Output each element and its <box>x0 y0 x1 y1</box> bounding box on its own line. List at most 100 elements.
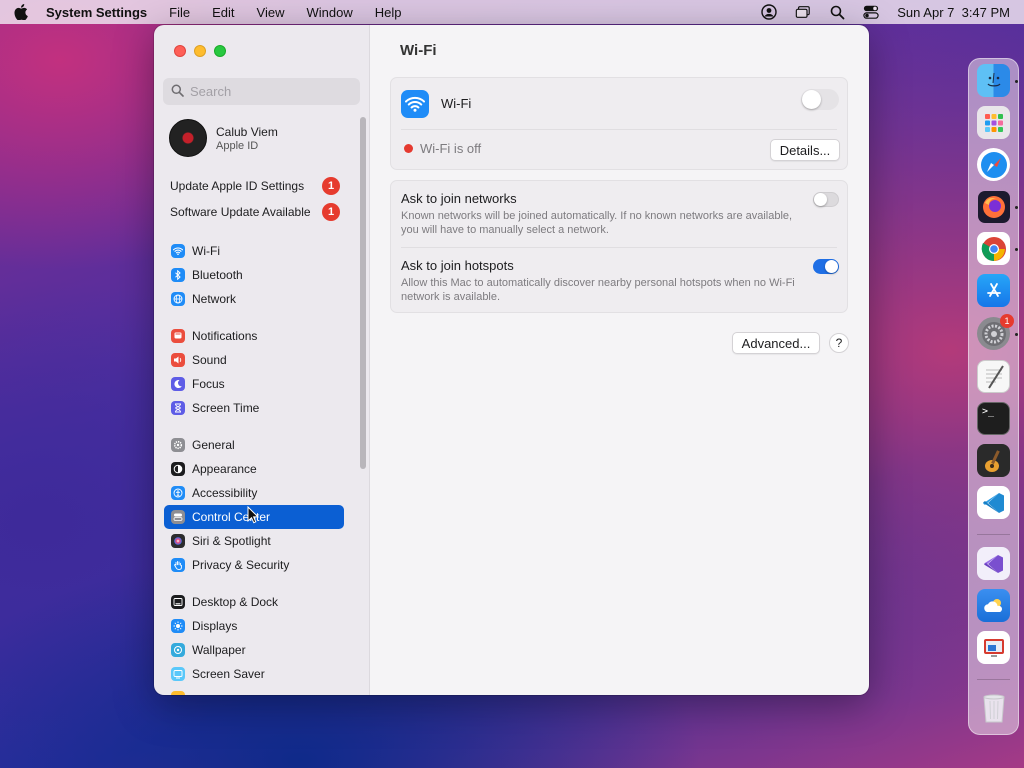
sidebar-list: Calub Viem Apple ID Update Apple ID Sett… <box>154 115 370 695</box>
sidebar-item-wifi[interactable]: Wi-Fi <box>164 239 344 263</box>
menu-bar: System Settings File Edit View Window He… <box>0 0 1024 24</box>
sidebar-item-focus[interactable]: Focus <box>164 372 344 396</box>
terminal-icon[interactable]: >_ <box>977 402 1010 435</box>
divider <box>401 129 837 130</box>
textedit-icon[interactable] <box>977 360 1010 393</box>
ask-join-networks-title: Ask to join networks <box>401 191 517 206</box>
wifi-toggle[interactable] <box>801 89 839 110</box>
search-input[interactable] <box>190 84 350 99</box>
sidebar-item-notifications[interactable]: Notifications <box>164 324 344 348</box>
alert-label: Software Update Available <box>170 205 311 219</box>
sidebar-item-label: Displays <box>192 619 238 633</box>
help-button[interactable]: ? <box>829 333 849 353</box>
wallpaper-icon <box>171 643 185 657</box>
sidebar-item-label: Appearance <box>192 462 257 476</box>
sidebar-item-screen-saver[interactable]: Screen Saver <box>164 662 344 686</box>
moon-icon <box>171 377 185 391</box>
sidebar-item-displays[interactable]: Displays <box>164 614 344 638</box>
siri-icon <box>171 534 185 548</box>
dock: 1 >_ <box>968 58 1019 735</box>
notification-badge: 1 <box>322 177 340 195</box>
sidebar-item-label: Desktop & Dock <box>192 595 279 609</box>
safari-icon[interactable] <box>977 148 1010 181</box>
launchpad-icon[interactable] <box>977 106 1010 139</box>
menubar-datetime[interactable]: Sun Apr 7 3:47 PM <box>897 5 1010 20</box>
sidebar-item-bluetooth[interactable]: Bluetooth <box>164 263 344 287</box>
sidebar-item-general[interactable]: General <box>164 433 344 457</box>
sidebar-item-privacy-security[interactable]: Privacy & Security <box>164 553 344 577</box>
dock-badge: 1 <box>1000 314 1014 328</box>
account-subtitle: Apple ID <box>216 139 259 152</box>
menu-view[interactable]: View <box>257 5 285 20</box>
sidebar-item-label: Screen Saver <box>192 667 265 681</box>
close-window-button[interactable] <box>174 45 186 57</box>
sidebar-item-partial[interactable] <box>164 686 344 695</box>
accessibility-icon <box>171 486 185 500</box>
search-icon <box>171 84 184 100</box>
sidebar-item-desktop-dock[interactable]: Desktop & Dock <box>164 590 344 614</box>
alert-label: Update Apple ID Settings <box>170 179 305 193</box>
sidebar-item-label: Notifications <box>192 329 258 343</box>
menu-app-name[interactable]: System Settings <box>46 5 147 20</box>
visual-studio-icon[interactable] <box>977 547 1010 580</box>
advanced-button[interactable]: Advanced... <box>732 332 820 354</box>
menu-edit[interactable]: Edit <box>212 5 234 20</box>
apple-menu-icon[interactable] <box>14 4 28 21</box>
sidebar-item-label: Screen Time <box>192 401 260 415</box>
app-store-icon[interactable] <box>977 274 1010 307</box>
garageband-icon[interactable] <box>977 444 1010 477</box>
gear-icon <box>171 438 185 452</box>
appearance-icon <box>171 462 185 476</box>
user-account-icon[interactable] <box>761 4 777 20</box>
remote-desktop-icon[interactable] <box>977 631 1010 664</box>
update-apple-id-settings[interactable]: Update Apple ID Settings 1 <box>170 177 340 195</box>
wifi-icon <box>401 90 429 118</box>
sidebar-item-wallpaper[interactable]: Wallpaper <box>164 638 344 662</box>
hourglass-icon <box>171 401 185 415</box>
sidebar-item-siri-spotlight[interactable]: Siri & Spotlight <box>164 529 344 553</box>
avatar <box>169 119 207 157</box>
trash-icon[interactable] <box>977 691 1010 724</box>
wifi-label: Wi-Fi <box>441 96 472 111</box>
sidebar-item-screen-time[interactable]: Screen Time <box>164 396 344 420</box>
menu-window[interactable]: Window <box>306 5 352 20</box>
sidebar-search[interactable] <box>163 78 360 105</box>
terminal-prompt: >_ <box>982 406 995 417</box>
sidebar-item-label: General <box>192 438 235 452</box>
sidebar-item-label: Siri & Spotlight <box>192 534 271 548</box>
bluetooth-icon <box>171 268 185 282</box>
spotlight-search-icon[interactable] <box>829 4 845 20</box>
menu-help[interactable]: Help <box>375 5 402 20</box>
window-controls <box>174 45 226 57</box>
ask-join-networks-toggle[interactable] <box>813 192 839 207</box>
sidebar-item-label: Accessibility <box>192 486 258 500</box>
wifi-icon <box>171 244 185 258</box>
globe-icon <box>171 292 185 306</box>
chrome-icon[interactable] <box>977 232 1010 265</box>
details-button[interactable]: Details... <box>770 139 840 161</box>
sidebar-item-accessibility[interactable]: Accessibility <box>164 481 344 505</box>
firefox-icon[interactable] <box>977 190 1010 223</box>
software-update-available[interactable]: Software Update Available 1 <box>170 203 340 221</box>
ask-join-hotspots-title: Ask to join hotspots <box>401 258 514 273</box>
screen-mirroring-icon[interactable] <box>795 4 811 20</box>
sidebar-item-appearance[interactable]: Appearance <box>164 457 344 481</box>
apple-id-account[interactable]: Calub Viem Apple ID <box>169 119 278 157</box>
dock-divider <box>977 679 1010 680</box>
vscode-icon[interactable] <box>977 486 1010 519</box>
system-settings-window: Calub Viem Apple ID Update Apple ID Sett… <box>154 25 869 695</box>
wifi-status: Wi-Fi is off <box>420 141 482 156</box>
sidebar-item-sound[interactable]: Sound <box>164 348 344 372</box>
zoom-window-button[interactable] <box>214 45 226 57</box>
weather-icon[interactable] <box>977 589 1010 622</box>
control-center-icon[interactable] <box>863 4 879 20</box>
sidebar-item-network[interactable]: Network <box>164 287 344 311</box>
menu-file[interactable]: File <box>169 5 190 20</box>
finder-icon[interactable] <box>977 64 1010 97</box>
ask-join-hotspots-toggle[interactable] <box>813 259 839 274</box>
status-dot-icon <box>404 144 413 153</box>
sidebar-item-label: Network <box>192 292 237 306</box>
sidebar-item-label: Privacy & Security <box>192 558 290 572</box>
speaker-icon <box>171 353 185 367</box>
minimize-window-button[interactable] <box>194 45 206 57</box>
